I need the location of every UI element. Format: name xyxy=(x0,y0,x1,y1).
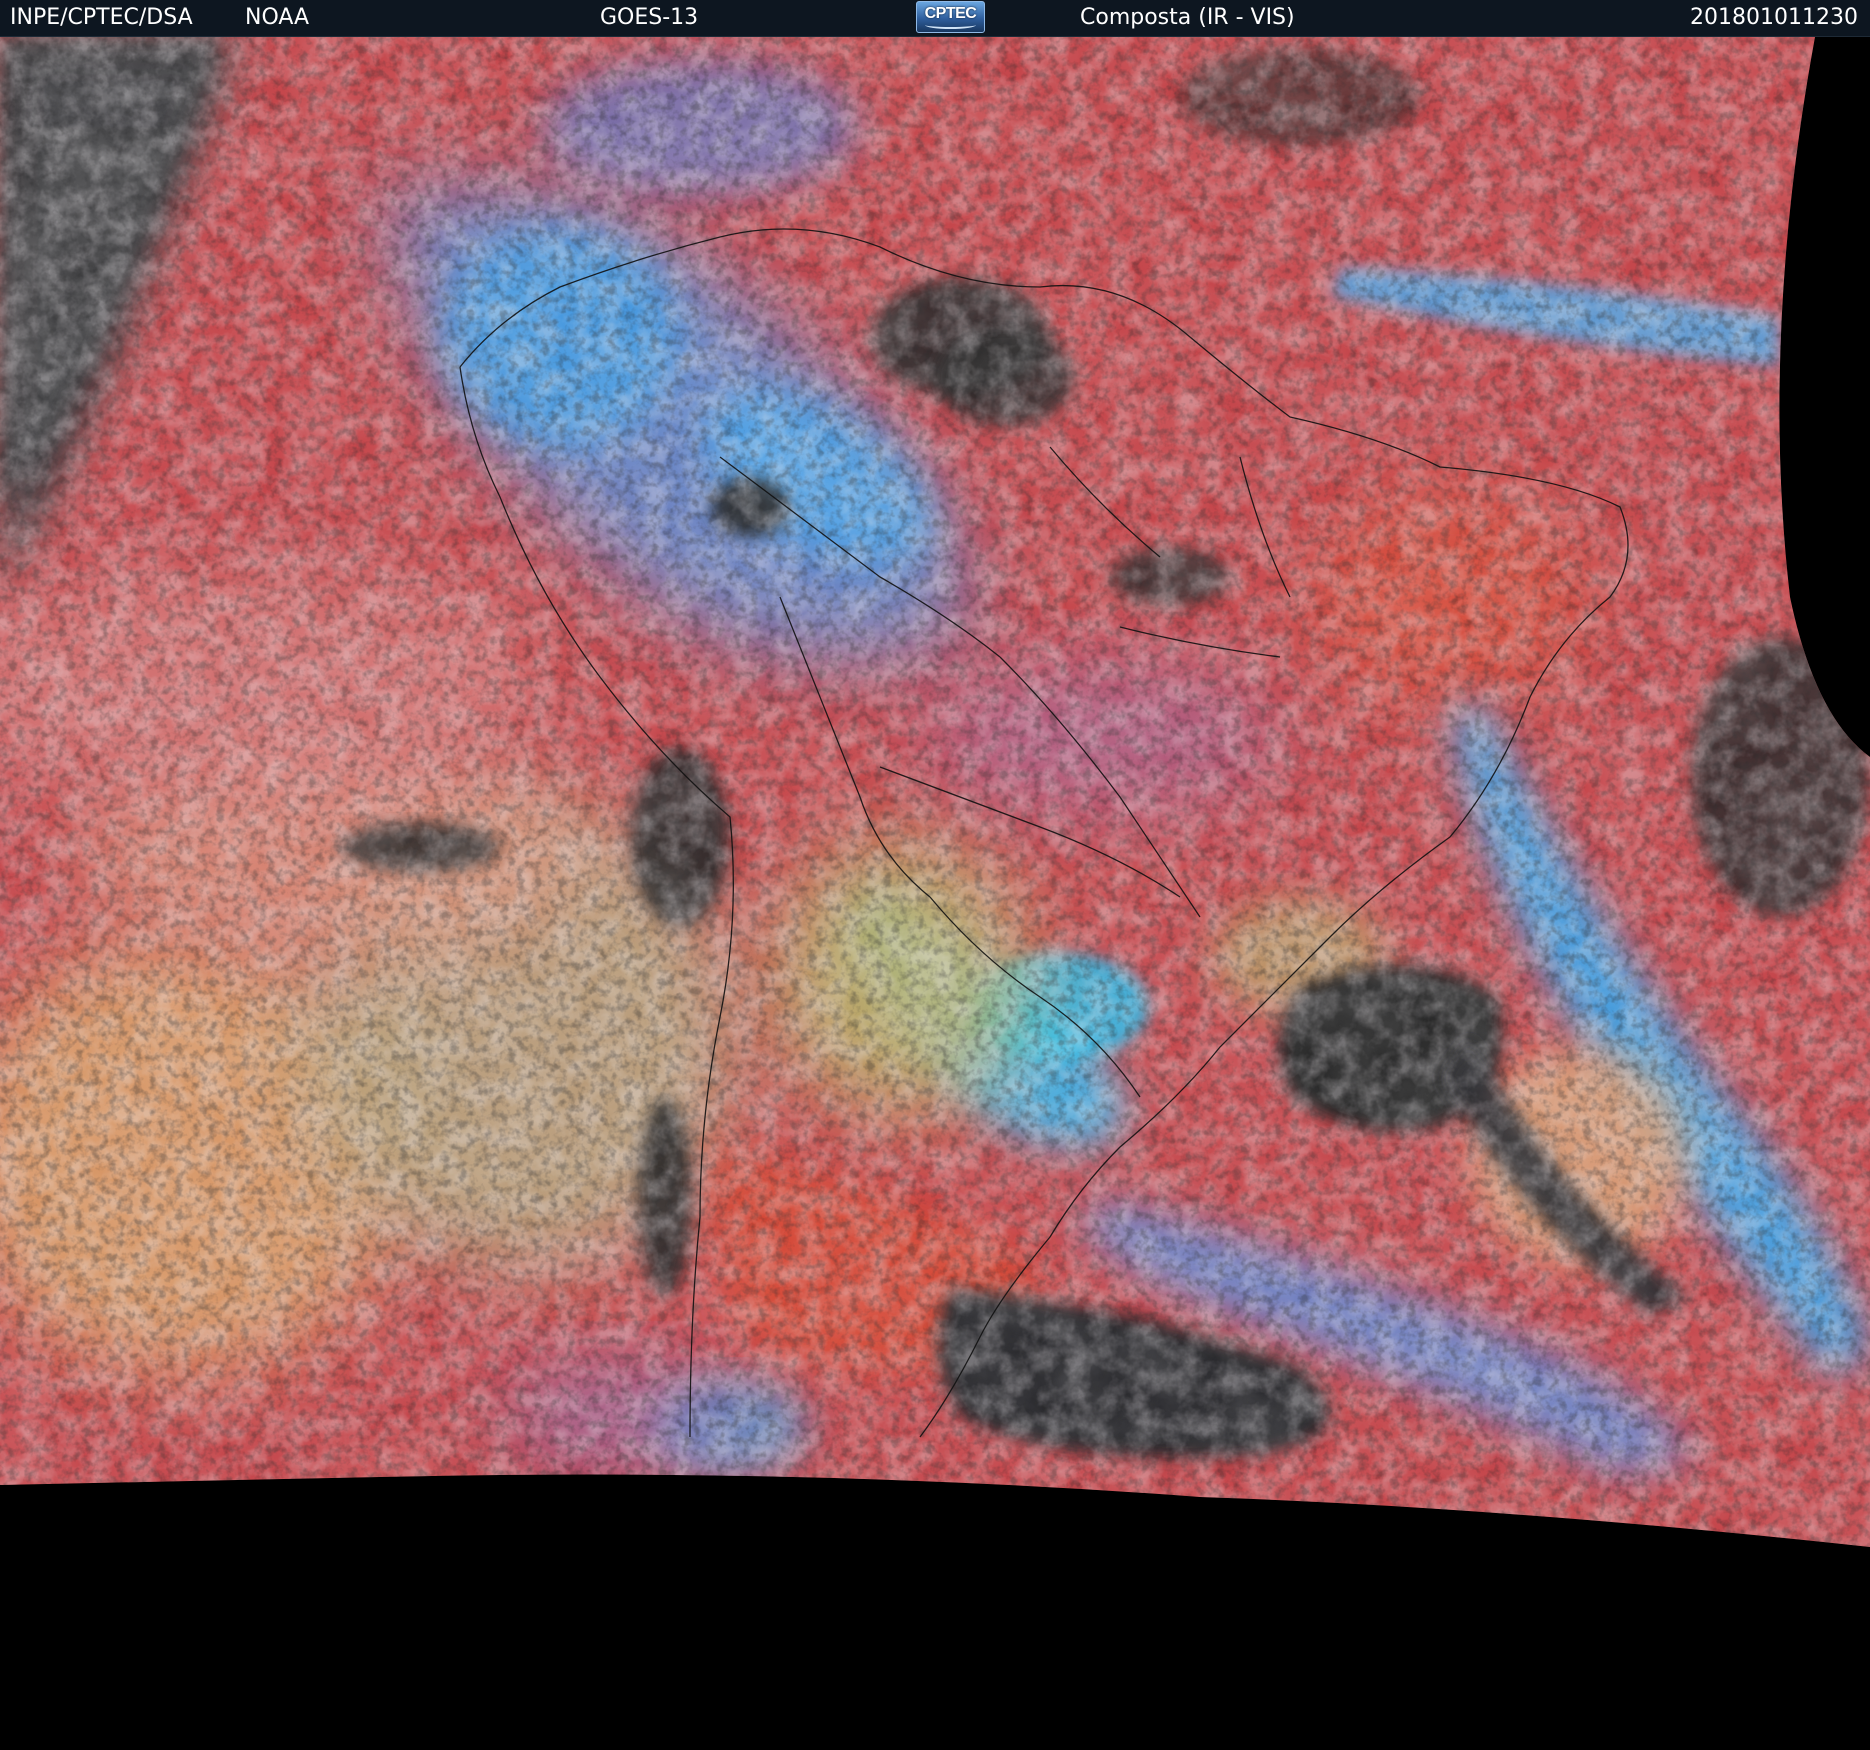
source-label: INPE/CPTEC/DSA xyxy=(10,5,193,30)
logo-arc-icon xyxy=(925,21,976,29)
agency-label: NOAA xyxy=(245,5,310,30)
satellite-composite xyxy=(0,37,1870,1750)
satellite-image xyxy=(0,37,1870,1750)
product-label: Composta (IR - VIS) xyxy=(1080,5,1295,30)
timestamp-label: 201801011230 xyxy=(1690,5,1858,30)
header-bar: INPE/CPTEC/DSA NOAA GOES-13 CPTEC Compos… xyxy=(0,0,1870,37)
cptec-logo: CPTEC xyxy=(916,1,985,33)
satellite-label: GOES-13 xyxy=(600,5,699,30)
